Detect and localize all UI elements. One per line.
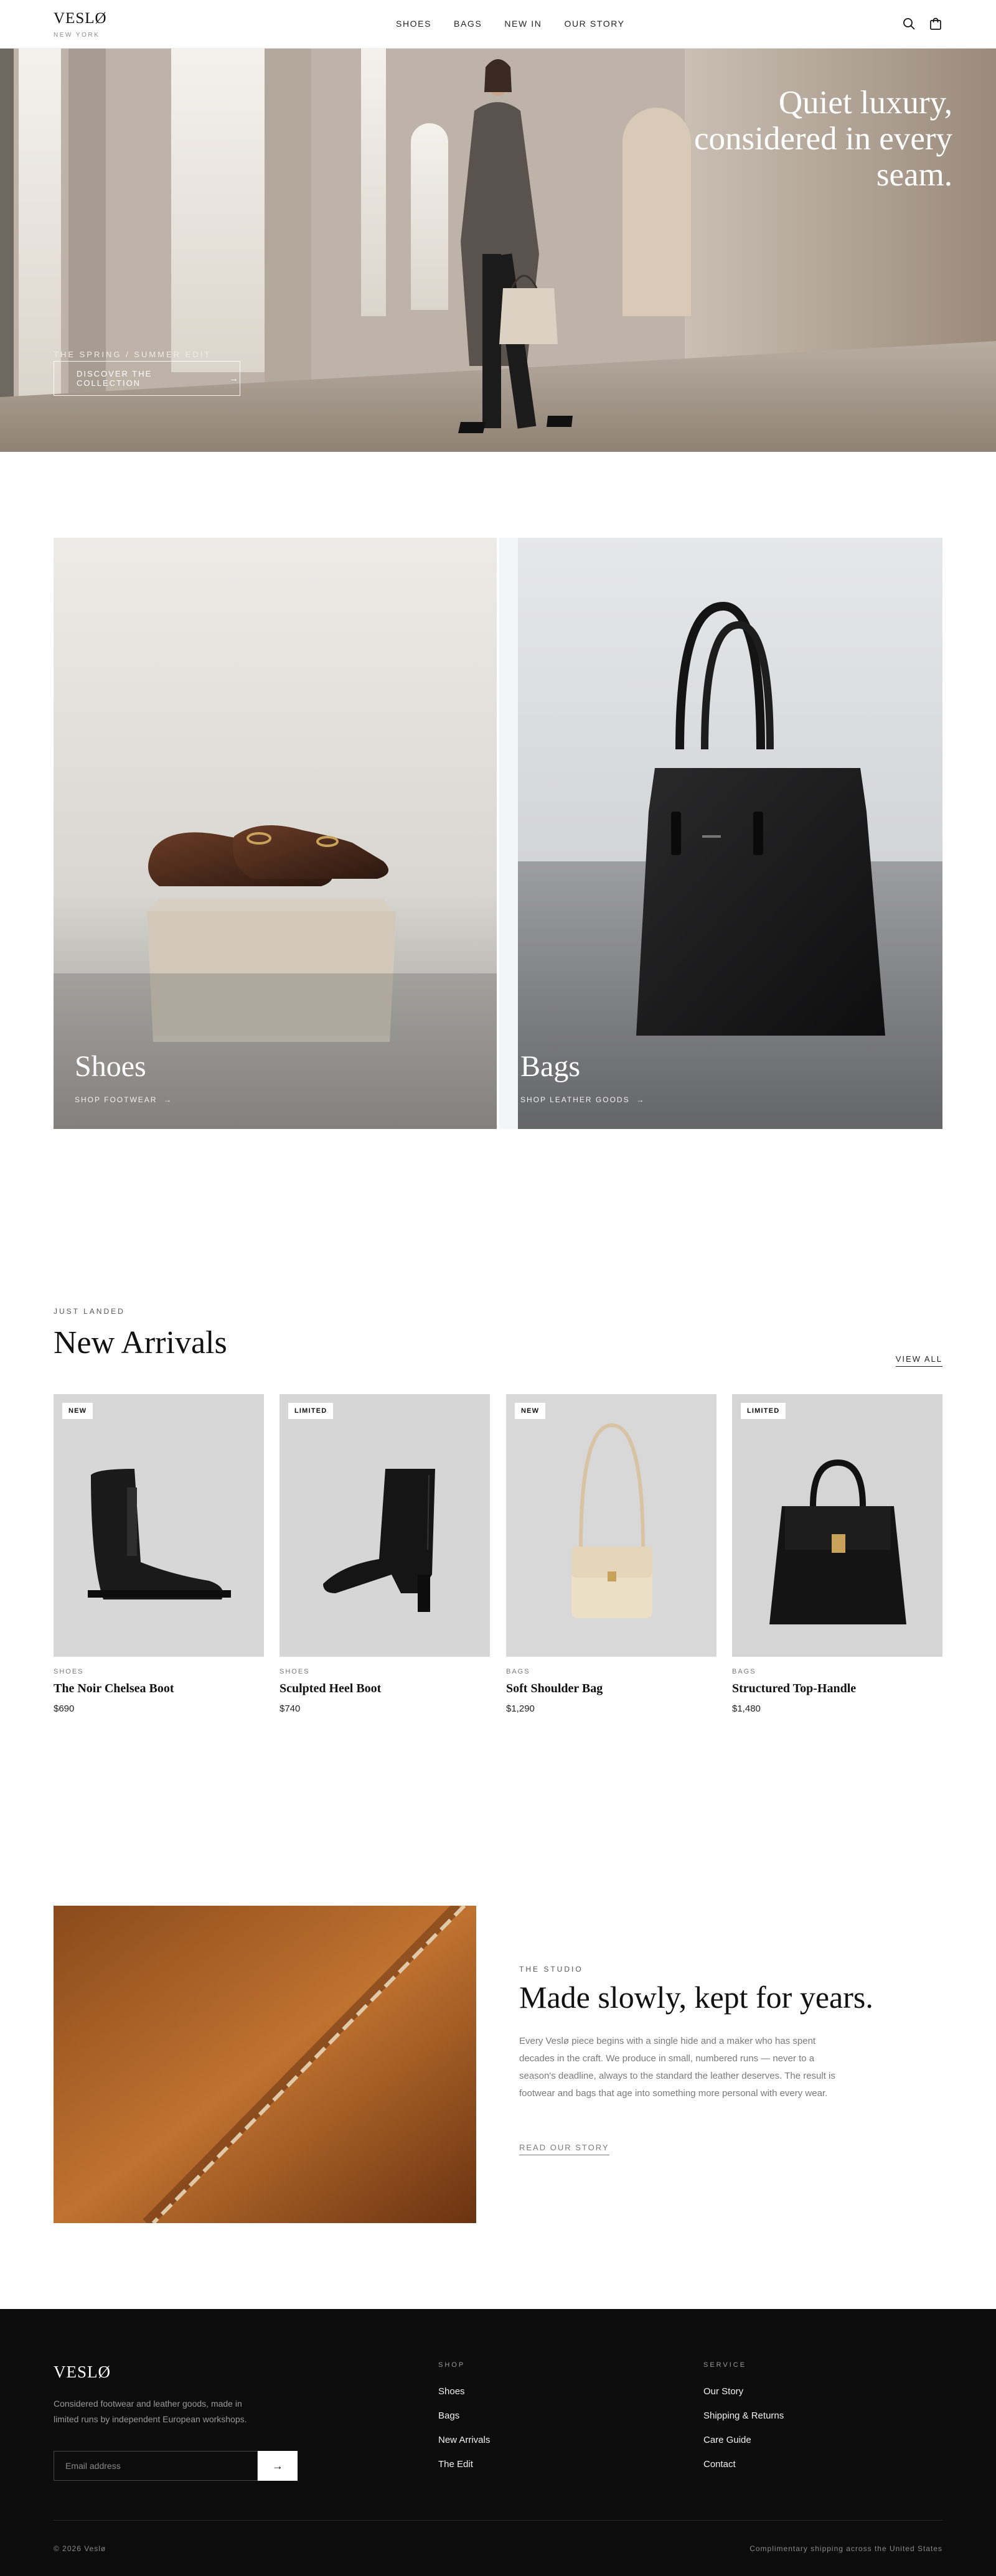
- search-icon[interactable]: [902, 17, 916, 30]
- hero-title-line-2: considered in every: [694, 121, 952, 157]
- product-price: $740: [280, 1703, 301, 1714]
- arrivals-eyebrow: JUST LANDED: [54, 1307, 125, 1316]
- product-badge: LIMITED: [288, 1403, 334, 1419]
- product-badge: NEW: [515, 1403, 546, 1419]
- nav-bags[interactable]: BAGS: [454, 19, 482, 29]
- product-badge: NEW: [62, 1403, 93, 1419]
- product-name[interactable]: Soft Shoulder Bag: [506, 1682, 716, 1696]
- logo-location: NEW YORK: [54, 32, 100, 39]
- shop-footwear-link[interactable]: SHOP FOOTWEAR →: [75, 1095, 172, 1104]
- footer-link-contact[interactable]: Contact: [703, 2459, 736, 2470]
- arrow-right-icon: →: [632, 1095, 646, 1104]
- hero-eyebrow: THE SPRING / SUMMER EDIT: [54, 350, 212, 359]
- product-category: SHOES: [54, 1668, 84, 1675]
- story-body: Every Veslø piece begins with a single h…: [519, 2036, 835, 2099]
- footer-service-heading: SERVICE: [703, 2361, 747, 2369]
- hero-title-line-1: Quiet luxury,: [778, 85, 952, 121]
- email-field[interactable]: Email address: [54, 2451, 258, 2481]
- category-tile-shoes[interactable]: Shoes SHOP FOOTWEAR →: [54, 538, 497, 1129]
- product-price: $690: [54, 1703, 75, 1714]
- nav-our-story[interactable]: OUR STORY: [564, 19, 624, 29]
- footer-divider: [54, 2520, 942, 2521]
- read-our-story-link[interactable]: READ OUR STORY: [519, 2143, 609, 2155]
- view-all-link[interactable]: VIEW ALL: [895, 1354, 942, 1367]
- product-image[interactable]: NEW: [54, 1394, 264, 1657]
- product-name[interactable]: The Noir Chelsea Boot: [54, 1682, 264, 1696]
- product-category: BAGS: [732, 1668, 756, 1675]
- shipping-note: Complimentary shipping across the United…: [749, 2544, 942, 2553]
- product-price: $1,290: [506, 1703, 535, 1714]
- footer-link-shoes[interactable]: Shoes: [438, 2386, 465, 2397]
- hero-banner: Quiet luxury, considered in every seam. …: [0, 49, 996, 452]
- hero-title-line-3: seam.: [876, 157, 952, 193]
- site-footer: VESLØ Considered footwear and leather go…: [0, 2309, 996, 2576]
- product-image[interactable]: NEW: [506, 1394, 716, 1657]
- footer-shop-heading: SHOP: [438, 2361, 466, 2369]
- footer-link-shipping-returns[interactable]: Shipping & Returns: [703, 2410, 784, 2421]
- product-name[interactable]: Sculpted Heel Boot: [280, 1682, 490, 1696]
- shoulder-bag-image: [506, 1394, 716, 1657]
- product-category: SHOES: [280, 1668, 310, 1675]
- footer-link-new-arrivals[interactable]: New Arrivals: [438, 2435, 490, 2445]
- footer-link-care-guide[interactable]: Care Guide: [703, 2435, 751, 2445]
- product-image[interactable]: LIMITED: [280, 1394, 490, 1657]
- discover-collection-button[interactable]: DISCOVER THE COLLECTION →: [54, 361, 240, 396]
- site-header: VESLØ NEW YORK SHOES BAGS NEW IN OUR STO…: [0, 0, 996, 49]
- product-badge: LIMITED: [741, 1403, 786, 1419]
- main-nav: SHOES BAGS NEW IN OUR STORY: [396, 19, 647, 29]
- top-handle-bag-image: [732, 1394, 942, 1657]
- product-card[interactable]: LIMITED BAGS Structured Top-Handle $1,48…: [732, 1394, 942, 1714]
- story-eyebrow: THE STUDIO: [519, 1965, 583, 1974]
- chelsea-boot-image: [54, 1394, 264, 1657]
- hero-title: Quiet luxury, considered in every seam.: [566, 85, 952, 193]
- shoes-image: [54, 538, 497, 1129]
- product-price: $1,480: [732, 1703, 761, 1714]
- category-tile-bags[interactable]: Bags SHOP LEATHER GOODS →: [499, 538, 942, 1129]
- category-title-shoes: Shoes: [75, 1050, 146, 1083]
- nav-shoes[interactable]: SHOES: [396, 19, 431, 29]
- discover-collection-label: DISCOVER THE COLLECTION: [77, 369, 153, 388]
- copyright: © 2026 Veslø: [54, 2544, 106, 2553]
- product-image[interactable]: LIMITED: [732, 1394, 942, 1657]
- product-card[interactable]: NEW BAGS Soft Shoulder Bag $1,290: [506, 1394, 716, 1714]
- footer-link-bags[interactable]: Bags: [438, 2410, 459, 2421]
- shop-footwear-label: SHOP FOOTWEAR: [75, 1095, 157, 1104]
- bags-image: [499, 538, 942, 1129]
- footer-link-the-edit[interactable]: The Edit: [438, 2459, 473, 2470]
- leather-stitching-image: [54, 1906, 476, 2223]
- arrow-right-icon: →: [229, 373, 240, 384]
- product-category: BAGS: [506, 1668, 530, 1675]
- story-title: Made slowly, kept for years.: [519, 1980, 873, 2015]
- product-card[interactable]: LIMITED SHOES Sculpted Heel Boot $740: [280, 1394, 490, 1714]
- category-title-bags: Bags: [520, 1050, 580, 1083]
- newsletter-submit-button[interactable]: →: [258, 2451, 298, 2481]
- product-name[interactable]: Structured Top-Handle: [732, 1682, 942, 1696]
- footer-logo[interactable]: VESLØ: [54, 2363, 111, 2382]
- logo[interactable]: VESLØ: [54, 10, 107, 27]
- shop-leather-goods-link[interactable]: SHOP LEATHER GOODS →: [520, 1095, 645, 1104]
- footer-link-our-story[interactable]: Our Story: [703, 2386, 743, 2397]
- bag-icon[interactable]: [929, 17, 942, 30]
- footer-description: Considered footwear and leather goods, m…: [54, 2399, 247, 2424]
- shop-leather-goods-label: SHOP LEATHER GOODS: [520, 1095, 630, 1104]
- arrivals-title: New Arrivals: [54, 1325, 227, 1361]
- arrow-right-icon: →: [160, 1095, 173, 1104]
- product-card[interactable]: NEW SHOES The Noir Chelsea Boot $690: [54, 1394, 264, 1714]
- heel-boot-image: [280, 1394, 490, 1657]
- nav-new-in[interactable]: NEW IN: [504, 19, 542, 29]
- stitching-illustration: [54, 1906, 476, 2223]
- arrow-right-icon: →: [272, 2459, 283, 2472]
